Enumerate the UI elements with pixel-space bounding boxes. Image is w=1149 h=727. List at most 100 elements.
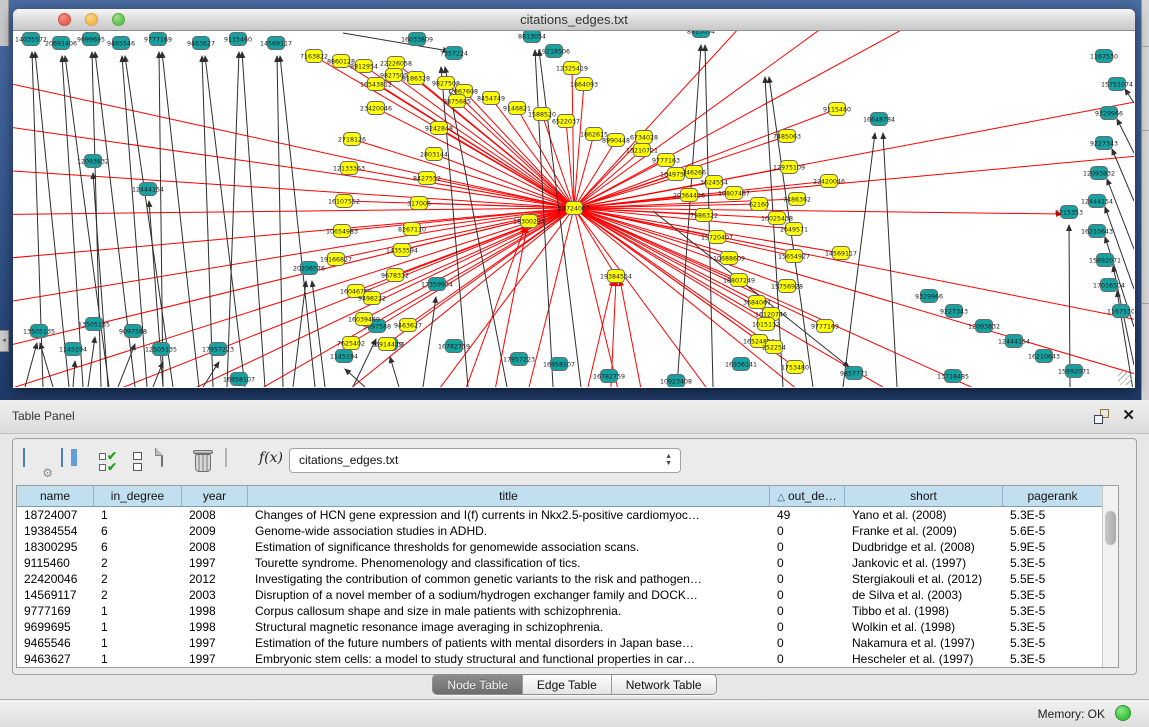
graph-node[interactable]: 19218506 [538,45,570,58]
graph-node[interactable]: 1864093 [570,78,598,91]
graph-node[interactable]: 6522037 [552,115,580,128]
citation-edge[interactable] [574,150,642,208]
network-view-window[interactable]: citations_edges.txt 14035572206914069699… [13,9,1135,388]
graph-node[interactable]: 9329966 [915,290,943,303]
graph-node[interactable]: 23420046 [360,102,392,115]
graph-node[interactable]: 9115460 [224,33,252,46]
table-row[interactable]: 1938455462009Genome-wide association stu… [17,523,1102,539]
network-graph-canvas[interactable]: 1403557220691406969969594655469777169946… [13,31,1134,387]
citation-edge[interactable] [13,208,574,215]
graph-node[interactable]: 9463627 [187,37,215,50]
edge[interactable] [343,33,449,51]
graph-node[interactable]: 20691406 [45,37,77,50]
edge[interactable] [203,362,219,387]
graph-node[interactable]: 7163822 [300,50,328,63]
graph-node[interactable]: 2803144 [420,148,448,161]
column-header-title[interactable]: title [248,486,770,506]
graph-node[interactable]: 1753480 [781,361,809,374]
graph-node[interactable]: 12444154 [998,335,1030,348]
tab-node-table[interactable]: Node Table [433,675,523,694]
graph-node[interactable]: 14353594 [386,244,418,257]
edge[interactable] [1105,207,1134,289]
window-resize-grip[interactable] [1118,371,1132,385]
edge[interactable] [423,297,436,387]
row-checks-icon[interactable]: ✔ ✔ [99,451,125,477]
delete-table-icon[interactable] [193,448,219,474]
table-body[interactable]: 1872400712008Changes of HCN gene express… [17,507,1102,667]
table-settings-icon[interactable]: ⚙ [23,449,49,475]
citation-edge[interactable] [574,208,766,324]
graph-node[interactable]: 16107552 [328,195,360,208]
graph-node[interactable]: 14569117 [825,247,857,260]
citation-edge[interactable] [574,208,1062,214]
graph-node[interactable]: 12093832 [1083,167,1115,180]
tab-edge-table[interactable]: Edge Table [523,675,612,694]
graph-node[interactable]: 8454749 [477,92,505,105]
graph-node[interactable]: 2649571 [780,223,808,236]
graph-node[interactable]: 16210643 [1081,225,1113,238]
graph-node[interactable]: 9465546 [107,37,135,50]
citation-network-graph[interactable]: 1403557220691406969969594655469777169946… [13,31,1134,387]
column-header-pagerank[interactable]: pagerank [1003,486,1102,506]
graph-node[interactable]: 15654927 [778,250,810,263]
graph-node[interactable]: 12093832 [968,320,1000,333]
function-builder-icon[interactable]: f(x) [259,449,285,475]
graph-node[interactable]: 9115460 [823,103,851,116]
graph-node[interactable]: 15751074 [1101,78,1133,91]
edge[interactable] [312,281,325,387]
table-row[interactable]: 977716911998Corpus callosum shape and si… [17,603,1102,619]
edge[interactable] [1069,225,1070,387]
table-tab-group[interactable]: Node TableEdge TableNetwork Table [432,674,716,695]
citation-edge[interactable] [574,31,773,208]
graph-node[interactable]: 16782759 [593,370,625,383]
graph-node[interactable]: 12975109 [773,161,805,174]
table-header-row[interactable]: namein_degreeyeartitle△out_de…shortpager… [17,486,1102,507]
tab-network-table[interactable]: Network Table [612,675,716,694]
window-titlebar[interactable]: citations_edges.txt [13,9,1135,31]
edge[interactable] [390,357,399,387]
graph-node[interactable]: 1167530 [1090,50,1118,63]
table-row[interactable]: 946554611997Estimation of the future num… [17,635,1102,651]
table-row[interactable]: 1830029562008Estimation of significance … [17,539,1102,555]
graph-node[interactable]: 3624554 [700,176,728,189]
graph-node[interactable]: 16210643 [1028,350,1060,363]
edge[interactable] [227,52,239,387]
graph-node[interactable]: 12133363 [333,162,365,175]
graph-node[interactable]: 20206576 [293,262,325,275]
graph-node[interactable]: 20364436 [673,189,705,202]
citation-edge[interactable] [393,208,574,387]
column-header-name[interactable]: name [17,486,94,506]
graph-node[interactable]: 746266 [682,166,706,179]
edge[interactable] [62,56,83,387]
graph-node[interactable]: 9699695 [77,33,105,46]
graph-node[interactable]: 7625402 [337,337,365,350]
table-row[interactable]: 911546021997Tourette syndrome. Phenomeno… [17,555,1102,571]
panel-collapse-handle[interactable]: ◂ [0,330,9,352]
graph-node[interactable]: 1145194 [59,343,87,356]
column-header-short[interactable]: short [845,486,1003,506]
graph-node[interactable]: 16648784 [863,113,895,126]
graph-node[interactable]: 12444154 [1081,195,1113,208]
graph-node[interactable]: 10923408 [660,375,692,388]
graph-node[interactable]: 13718485 [937,370,969,383]
graph-node[interactable]: 12325419 [556,62,588,75]
graph-node[interactable]: 10654983 [326,225,358,238]
new-table-icon[interactable] [161,449,187,475]
graph-node[interactable]: 14035572 [15,33,47,46]
scrollbar-thumb[interactable] [1105,511,1116,545]
edge[interactable] [843,133,875,387]
graph-node[interactable]: 9777163 [652,154,680,167]
graph-node[interactable]: 17016504 [1093,279,1125,292]
edge[interactable] [883,133,897,387]
graph-node[interactable]: 2718126 [338,133,366,146]
graph-node[interactable]: 12093832 [77,155,109,168]
table-selector-dropdown[interactable]: citations_edges.txt ▲▼ [289,448,681,473]
edge[interactable] [242,52,265,387]
table-vertical-scrollbar[interactable] [1102,486,1118,667]
column-header-year[interactable]: year [182,486,248,506]
graph-node[interactable]: 15692071 [1089,254,1121,267]
graph-node[interactable]: 14569117 [260,37,292,50]
graph-node[interactable]: 7357224 [440,47,468,60]
graph-node[interactable]: 9146821 [503,102,531,115]
graph-node[interactable]: 317006 [407,197,431,210]
